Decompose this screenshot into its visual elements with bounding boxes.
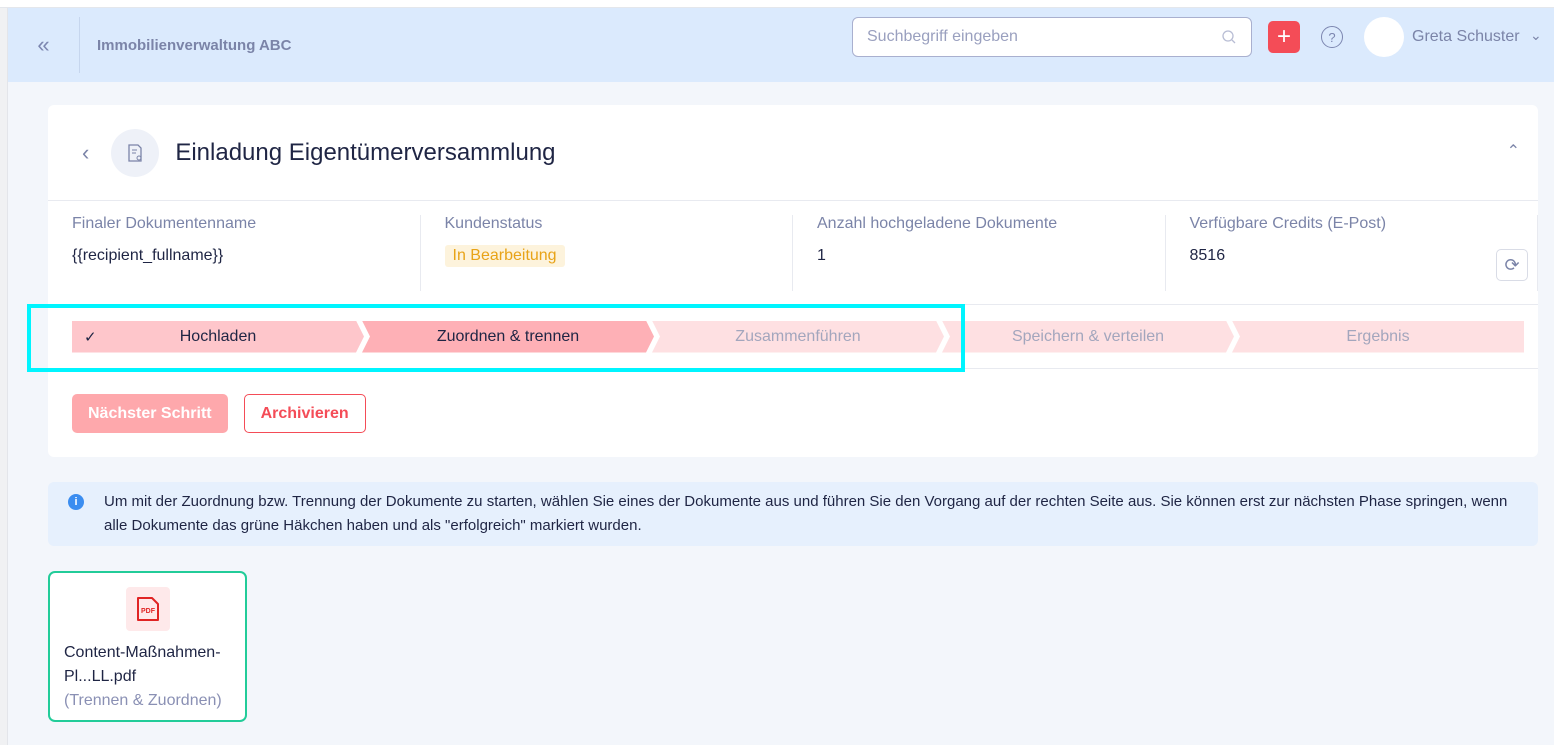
pdf-icon: PDF [126, 587, 170, 631]
status-badge: In Bearbeitung [444, 245, 565, 267]
add-button[interactable]: + [1268, 21, 1300, 53]
info-uploaded-count: Anzahl hochgeladene Dokumente 1 [793, 215, 1166, 291]
page-title: Einladung Eigentümerversammlung [175, 138, 556, 166]
notice-text: Um mit der Zuordnung bzw. Trennung der D… [104, 493, 1508, 534]
file-name: Content-Maßnahmen-Pl...LL.pdf [64, 644, 221, 685]
check-icon: ✓ [84, 328, 97, 346]
back-icon[interactable]: ‹ [82, 140, 89, 166]
info-notice: i Um mit der Zuordnung bzw. Trennung der… [48, 482, 1538, 546]
info-label: Verfügbare Credits (E-Post) [1189, 215, 1387, 232]
step-assign-split[interactable]: Zuordnen & trennen [362, 321, 654, 353]
search-icon[interactable] [1221, 29, 1237, 45]
svg-text:PDF: PDF [141, 608, 156, 615]
avatar[interactable] [1364, 17, 1404, 57]
file-status: (Trennen & Zuordnen) [64, 692, 222, 709]
info-icon: i [68, 494, 84, 510]
info-label: Kundenstatus [444, 215, 543, 232]
chevron-up-icon[interactable]: ⌃ [1507, 141, 1520, 161]
search-box [852, 17, 1252, 57]
step-label: Speichern & verteilen [1011, 327, 1165, 345]
archive-button[interactable]: Archivieren [243, 394, 366, 433]
user-name[interactable]: Greta Schuster [1412, 28, 1520, 46]
refresh-icon[interactable]: ⟳ [1496, 249, 1528, 281]
info-value: 8516 [1189, 247, 1226, 264]
info-credits: Verfügbare Credits (E-Post) 8516 [1166, 215, 1538, 291]
help-icon[interactable]: ? [1321, 26, 1343, 48]
org-name: Immobilienverwaltung ABC [97, 36, 292, 54]
step-merge[interactable]: Zusammenführen [652, 321, 944, 353]
file-card[interactable]: PDF Content-Maßnahmen-Pl...LL.pdf (Trenn… [48, 571, 247, 722]
chevron-down-icon[interactable]: ⌄ [1530, 27, 1542, 44]
collapse-sidebar-icon[interactable]: « [8, 17, 80, 73]
info-value: 1 [817, 247, 826, 264]
next-step-button[interactable]: Nächster Schritt [72, 394, 228, 433]
info-customer-status: Kundenstatus In Bearbeitung [421, 215, 793, 291]
progress-steps: ✓ Hochladen Zuordnen & trennen Zusammenfü… [48, 305, 1538, 369]
step-save-distribute[interactable]: Speichern & verteilen [942, 321, 1234, 353]
step-label: Hochladen [179, 327, 257, 345]
step-label: Zuordnen & trennen [436, 327, 580, 345]
info-label: Anzahl hochgeladene Dokumente [817, 215, 1058, 232]
info-value: {{recipient_fullname}} [72, 247, 224, 264]
info-label: Finaler Dokumentenname [72, 215, 257, 232]
step-result[interactable]: Ergebnis [1232, 320, 1524, 353]
step-label: Ergebnis [1346, 327, 1410, 345]
left-edge [0, 8, 8, 745]
info-final-name: Finaler Dokumentenname {{recipient_fullna… [48, 215, 421, 291]
top-strip [0, 0, 1554, 8]
search-input[interactable] [867, 28, 1221, 46]
document-split-icon [111, 128, 160, 177]
step-upload[interactable]: ✓ Hochladen [72, 321, 364, 353]
app-header: « Immobilienverwaltung ABC [8, 8, 1554, 82]
step-label: Zusammenführen [735, 327, 861, 345]
document-card: ‹ Einladung Eigentümerversammlung ⌃ Fina… [48, 105, 1538, 457]
